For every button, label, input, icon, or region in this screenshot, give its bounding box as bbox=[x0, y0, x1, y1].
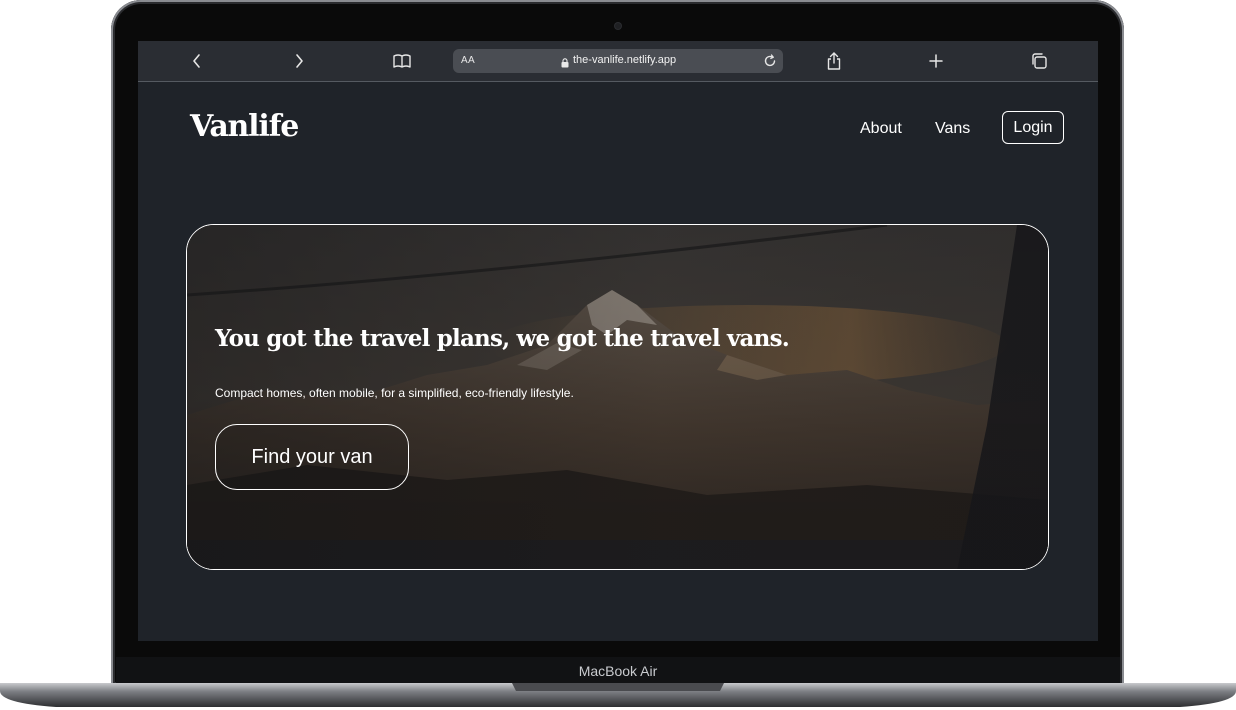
tabs-icon[interactable] bbox=[1027, 49, 1051, 73]
browser-screen: AA the-vanlife.netlify.app Vanlife About… bbox=[138, 41, 1098, 641]
text-size-button[interactable]: AA bbox=[461, 55, 475, 66]
reload-icon[interactable] bbox=[761, 52, 779, 75]
hero-title: You got the travel plans, we got the tra… bbox=[215, 325, 790, 352]
new-tab-icon[interactable] bbox=[924, 49, 948, 73]
address-bar[interactable]: AA the-vanlife.netlify.app bbox=[453, 49, 783, 73]
laptop-base bbox=[0, 683, 1236, 707]
site-logo[interactable]: Vanlife bbox=[190, 109, 299, 144]
bookmarks-icon[interactable] bbox=[390, 49, 414, 73]
share-icon[interactable] bbox=[822, 49, 846, 73]
nav-vans-link[interactable]: Vans bbox=[935, 120, 970, 138]
forward-icon[interactable] bbox=[287, 49, 311, 73]
device-label: MacBook Air bbox=[578, 663, 658, 679]
lock-icon bbox=[561, 55, 569, 73]
nav-about-link[interactable]: About bbox=[860, 120, 902, 138]
site-header: Vanlife About Vans Login bbox=[138, 81, 1098, 176]
laptop-mockup: AA the-vanlife.netlify.app Vanlife About… bbox=[0, 0, 1236, 710]
camera-icon bbox=[615, 23, 621, 29]
back-icon[interactable] bbox=[185, 49, 209, 73]
laptop-chin: MacBook Air bbox=[116, 657, 1120, 684]
hero-subtitle: Compact homes, often mobile, for a simpl… bbox=[215, 386, 574, 400]
find-your-van-button[interactable]: Find your van bbox=[215, 424, 409, 490]
hero-section: You got the travel plans, we got the tra… bbox=[186, 224, 1049, 570]
url-text: the-vanlife.netlify.app bbox=[573, 54, 677, 66]
browser-toolbar: AA the-vanlife.netlify.app bbox=[138, 41, 1098, 82]
login-button[interactable]: Login bbox=[1002, 111, 1064, 144]
